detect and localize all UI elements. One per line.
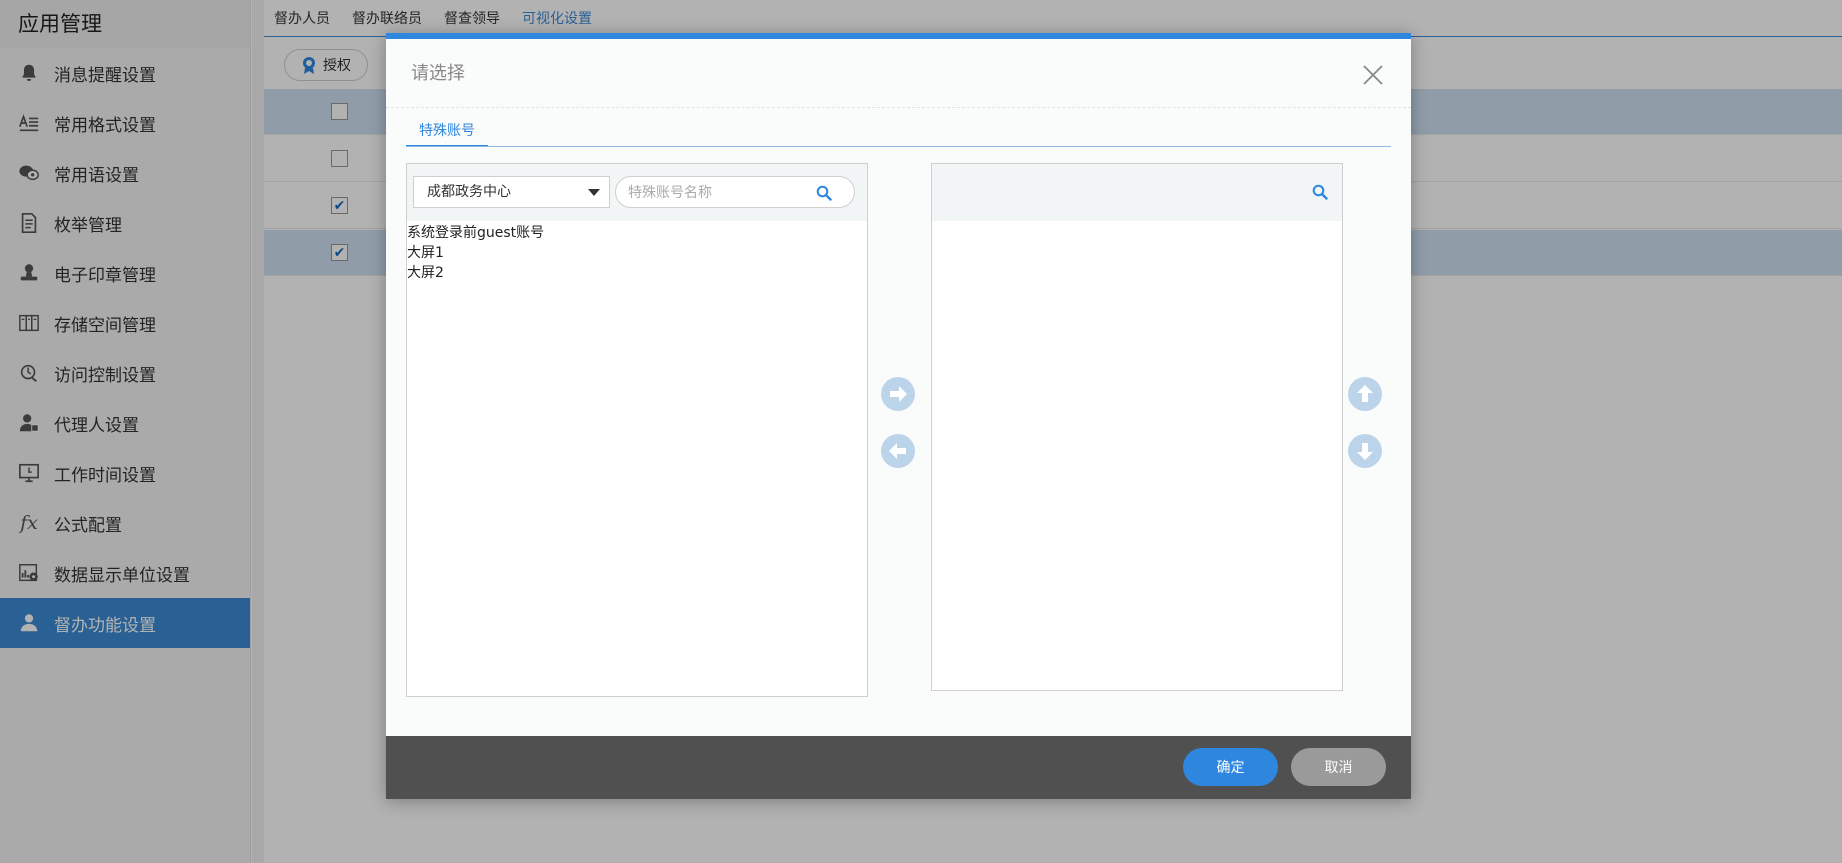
tab-underline [406,146,1391,147]
search-icon[interactable] [1312,184,1328,200]
move-right-icon[interactable] [881,377,915,411]
dialog-footer: 确定 取消 [386,736,1411,799]
account-search [615,176,855,208]
list-item[interactable]: 大屏1 [407,243,867,263]
confirm-button[interactable]: 确定 [1183,748,1278,786]
organization-select[interactable]: 成都政务中心 [413,176,610,208]
cancel-button[interactable]: 取消 [1291,748,1386,786]
dialog-divider [386,107,1411,108]
chevron-down-icon [588,189,600,196]
close-icon[interactable] [1361,63,1385,87]
tab-special-accounts[interactable]: 特殊账号 [406,117,488,147]
move-left-icon[interactable] [881,434,915,468]
list-item[interactable]: 大屏2 [407,263,867,283]
search-icon[interactable] [816,185,832,201]
move-down-icon[interactable] [1348,434,1382,468]
source-panel: 成都政务中心 系统登录前guest账号 大屏1 大屏2 [406,163,868,697]
organization-select-value: 成都政务中心 [427,184,511,200]
dialog-title: 请选择 [411,63,465,84]
account-search-input[interactable] [628,183,808,203]
selected-panel [931,163,1343,691]
select-dialog: 请选择 特殊账号 成都政务中心 系统登录前guest账号 大屏1 大屏2 [386,33,1411,799]
list-item[interactable]: 系统登录前guest账号 [407,223,867,243]
selected-toolbar [932,164,1342,221]
source-toolbar: 成都政务中心 [407,164,867,221]
move-up-icon[interactable] [1348,377,1382,411]
account-list: 系统登录前guest账号 大屏1 大屏2 [407,221,867,283]
